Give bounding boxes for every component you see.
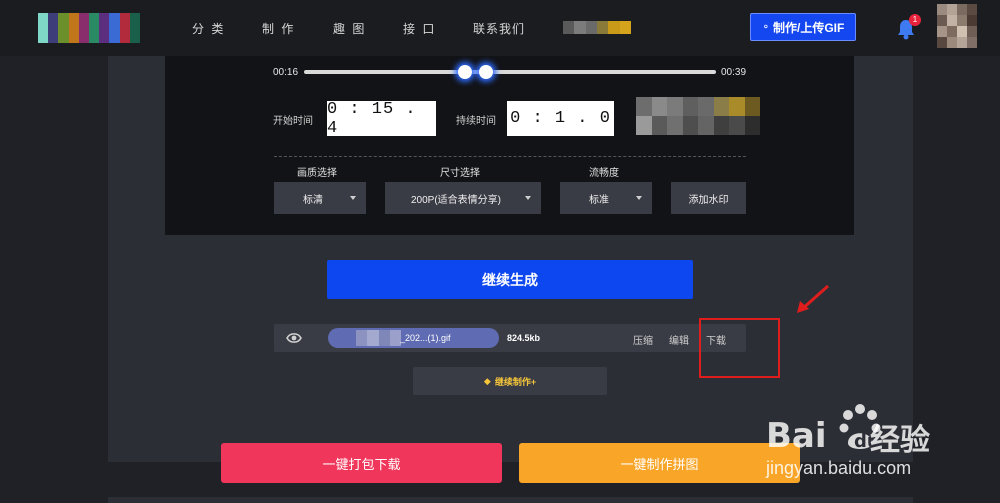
eye-icon[interactable] <box>286 331 302 345</box>
logo-block <box>109 13 120 43</box>
duration-input[interactable]: 0 : 1 . 0 <box>507 101 614 136</box>
file-size: 824.5kb <box>507 333 541 343</box>
chevron-down-icon <box>350 196 356 200</box>
logo-block <box>119 13 130 43</box>
logo-block <box>89 13 100 43</box>
start-time-input[interactable]: 0 : 15 . 4 <box>327 100 436 138</box>
make-upload-gif-label: 制作/上传GIF <box>773 20 845 35</box>
duration-label: 持续时间 <box>456 116 496 127</box>
continue-making-label: 继续制作+ <box>494 376 537 387</box>
section-divider <box>274 156 746 157</box>
range-start-time: 00:16 <box>273 67 299 78</box>
size-select[interactable]: 200P(适合表情分享) <box>385 182 541 214</box>
bottom-panel-edge <box>108 497 913 503</box>
logo-block <box>48 13 59 43</box>
quality-select[interactable]: 标清 <box>274 182 366 214</box>
edit-action[interactable]: 编辑 <box>669 332 689 347</box>
logo-block <box>58 13 69 43</box>
nav-item-category[interactable]: 分 类 <box>192 20 225 37</box>
size-label: 尺寸选择 <box>440 168 480 179</box>
logo-block <box>78 13 90 43</box>
add-watermark-button[interactable]: 添加水印 <box>671 182 746 214</box>
svg-text:Bai: Bai <box>766 416 827 456</box>
logo-block <box>99 13 110 43</box>
logo-block <box>68 13 79 43</box>
nav-item-fun[interactable]: 趣 图 <box>333 20 366 37</box>
chevron-down-icon <box>525 196 531 200</box>
blurred-preview <box>636 97 760 135</box>
make-upload-gif-button[interactable]: ⚬ 制作/上传GIF <box>750 13 856 41</box>
annotation-highlight-box <box>699 318 780 378</box>
watermark-url: jingyan.baidu.com <box>766 458 912 478</box>
annotation-arrow-icon <box>797 284 829 313</box>
quality-label: 画质选择 <box>297 168 337 179</box>
fluency-select[interactable]: 标准 <box>560 182 652 214</box>
notification-badge: 1 <box>909 14 921 26</box>
continue-generate-button[interactable]: 继续生成 <box>327 260 693 299</box>
start-time-label: 开始时间 <box>273 116 313 127</box>
range-end-time: 00:39 <box>721 67 747 78</box>
logo-block <box>129 13 141 43</box>
blurred-nav-item[interactable] <box>563 21 631 34</box>
timeline-start-handle[interactable] <box>458 65 472 79</box>
blurred-file-prefix <box>356 330 401 346</box>
timeline-slider-track[interactable] <box>304 70 716 74</box>
pack-download-button[interactable]: 一键打包下载 <box>221 443 502 483</box>
quality-value: 标清 <box>303 194 323 206</box>
size-value: 200P(适合表情分享) <box>410 194 501 206</box>
user-avatar[interactable] <box>937 4 977 48</box>
make-puzzle-button[interactable]: 一键制作拼图 <box>519 443 800 483</box>
nav-item-make[interactable]: 制 作 <box>262 20 295 37</box>
fluency-label: 流畅度 <box>589 168 619 179</box>
chevron-down-icon <box>636 196 642 200</box>
logo-block <box>38 13 49 43</box>
gif-icon: ⚬ <box>761 21 771 33</box>
file-name: _202...(1).gif <box>400 333 451 343</box>
continue-making-button[interactable]: ◆ 继续制作+ <box>413 367 607 395</box>
crown-icon: ◆ <box>483 375 491 386</box>
site-logo[interactable] <box>38 13 141 43</box>
nav-item-api[interactable]: 接 口 <box>403 20 436 37</box>
fluency-value: 标准 <box>589 194 609 206</box>
timeline-end-handle[interactable] <box>479 65 493 79</box>
compress-action[interactable]: 压缩 <box>633 332 653 347</box>
nav-item-contact[interactable]: 联系我们 <box>473 20 525 37</box>
watermark-brand: 经验 <box>870 423 930 458</box>
